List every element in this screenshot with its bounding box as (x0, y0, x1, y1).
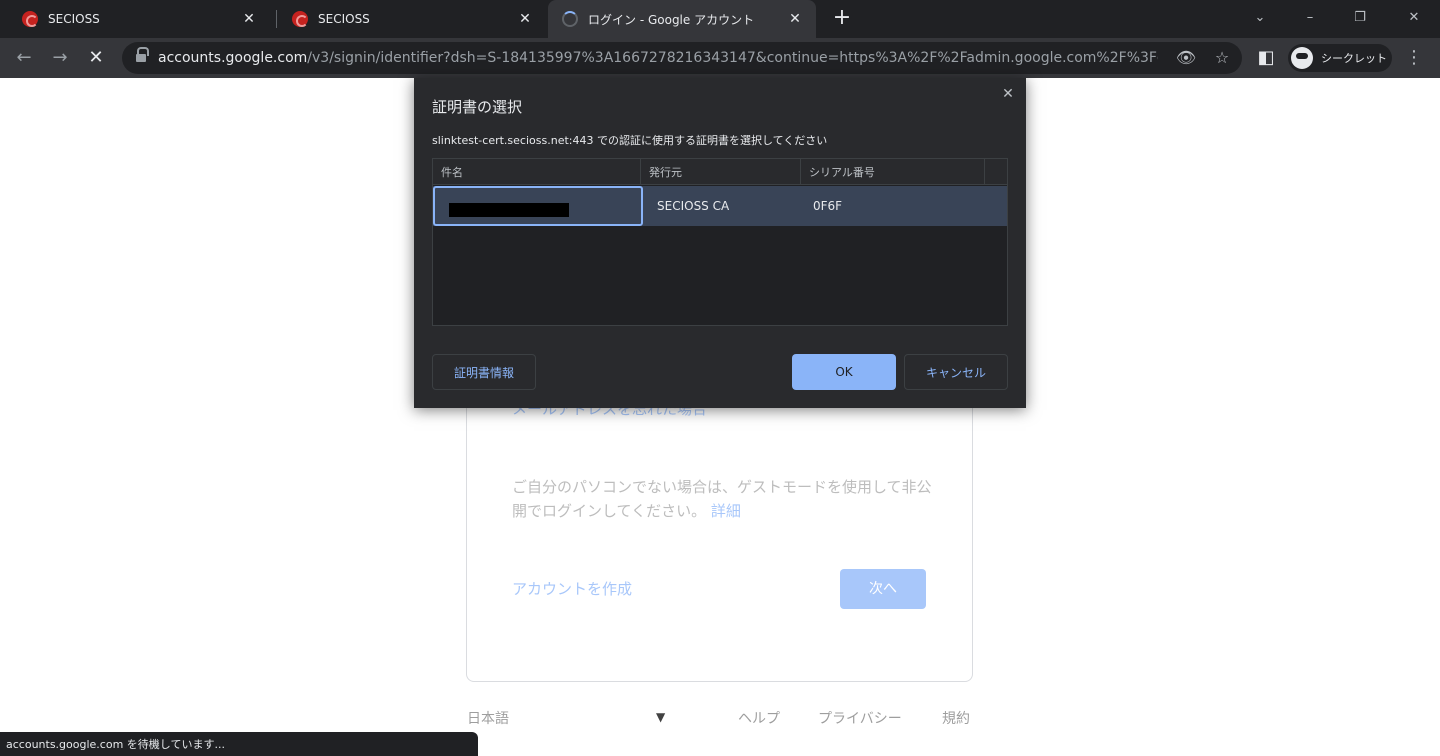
tab-google-login[interactable]: ログイン - Google アカウント ✕ (548, 0, 816, 38)
guest-mode-notice: ご自分のパソコンでない場合は、ゲストモードを使用して非公開でログインしてください… (512, 478, 932, 520)
dialog-title: 証明書の選択 (432, 98, 523, 116)
tab-secioss-1[interactable]: SECIOSS ✕ (0, 0, 270, 38)
tab-strip: SECIOSS ✕ SECIOSS ✕ ログイン - Google アカウント … (0, 0, 1440, 38)
tracking-protection-eye-icon[interactable]: 👁 (1174, 46, 1198, 70)
back-arrow-icon[interactable]: ← (12, 46, 36, 70)
menu-kebab-icon[interactable]: ⋮ (1404, 46, 1424, 70)
dialog-close-icon[interactable]: ✕ (998, 84, 1018, 104)
tab-close-icon[interactable]: ✕ (516, 10, 534, 28)
profile-label: シークレット (1321, 52, 1387, 65)
lock-icon[interactable] (136, 47, 149, 63)
address-bar[interactable]: accounts.google.com/v3/signin/identifier… (122, 42, 1242, 74)
help-link[interactable]: ヘルプ (738, 708, 780, 728)
tab-close-icon[interactable]: ✕ (240, 10, 258, 28)
secioss-favicon-icon (22, 11, 38, 27)
url-text[interactable]: accounts.google.com/v3/signin/identifier… (158, 50, 1158, 66)
ok-button[interactable]: OK (792, 354, 896, 390)
cell-subject[interactable] (433, 186, 643, 226)
window-close-icon[interactable]: ✕ (1400, 6, 1428, 30)
create-account-link[interactable]: アカウントを作成 (512, 578, 632, 599)
cell-issuer: SECIOSS CA (657, 199, 730, 213)
certificate-select-dialog: 証明書の選択 ✕ slinktest-cert.secioss.net:443 … (414, 78, 1026, 408)
status-bar: accounts.google.com を待機しています... (0, 732, 478, 756)
restore-icon[interactable]: ❐ (1346, 6, 1374, 30)
learn-more-link[interactable]: 詳細 (711, 502, 741, 520)
language-select[interactable]: 日本語 (467, 708, 509, 728)
incognito-profile-button[interactable]: シークレット (1288, 44, 1392, 72)
tab-title: ログイン - Google アカウント (588, 12, 755, 27)
column-header-subject[interactable]: 件名 (433, 159, 641, 185)
next-button[interactable]: 次へ (840, 569, 926, 609)
privacy-link[interactable]: プライバシー (818, 708, 902, 728)
dialog-description: slinktest-cert.secioss.net:443 での認証に使用する… (432, 134, 828, 147)
loading-spinner-icon (562, 11, 578, 27)
tab-title: SECIOSS (48, 12, 100, 26)
browser-toolbar: ← → ✕ accounts.google.com/v3/signin/iden… (0, 38, 1440, 78)
incognito-icon (1291, 47, 1313, 69)
table-header: 件名 発行元 シリアル番号 (433, 159, 1007, 185)
bookmark-star-icon[interactable]: ☆ (1210, 46, 1234, 70)
tab-search-icon[interactable]: ⌄ (1246, 6, 1274, 30)
forward-arrow-icon[interactable]: → (48, 46, 72, 70)
redacted-subject (449, 203, 569, 217)
dropdown-caret-icon[interactable]: ▼ (656, 710, 665, 724)
cancel-button[interactable]: キャンセル (904, 354, 1008, 390)
column-header-issuer[interactable]: 発行元 (641, 159, 801, 185)
side-panel-icon[interactable]: ◧ (1254, 46, 1278, 70)
new-tab-button[interactable]: + (830, 6, 854, 30)
minimize-icon[interactable]: – (1296, 6, 1324, 30)
certificate-table: 件名 発行元 シリアル番号 SECIOSS CA 0F6F (432, 158, 1008, 326)
certificate-info-button[interactable]: 証明書情報 (432, 354, 536, 390)
tab-title: SECIOSS (318, 12, 370, 26)
stop-loading-icon[interactable]: ✕ (84, 46, 108, 70)
table-row[interactable]: SECIOSS CA 0F6F (433, 186, 1007, 226)
secioss-favicon-icon (292, 11, 308, 27)
column-header-serial[interactable]: シリアル番号 (801, 159, 985, 185)
terms-link[interactable]: 規約 (942, 708, 970, 728)
tab-close-icon[interactable]: ✕ (786, 10, 804, 28)
signin-card (466, 380, 973, 682)
cell-serial: 0F6F (813, 199, 843, 213)
tab-secioss-2[interactable]: SECIOSS ✕ (270, 0, 546, 38)
